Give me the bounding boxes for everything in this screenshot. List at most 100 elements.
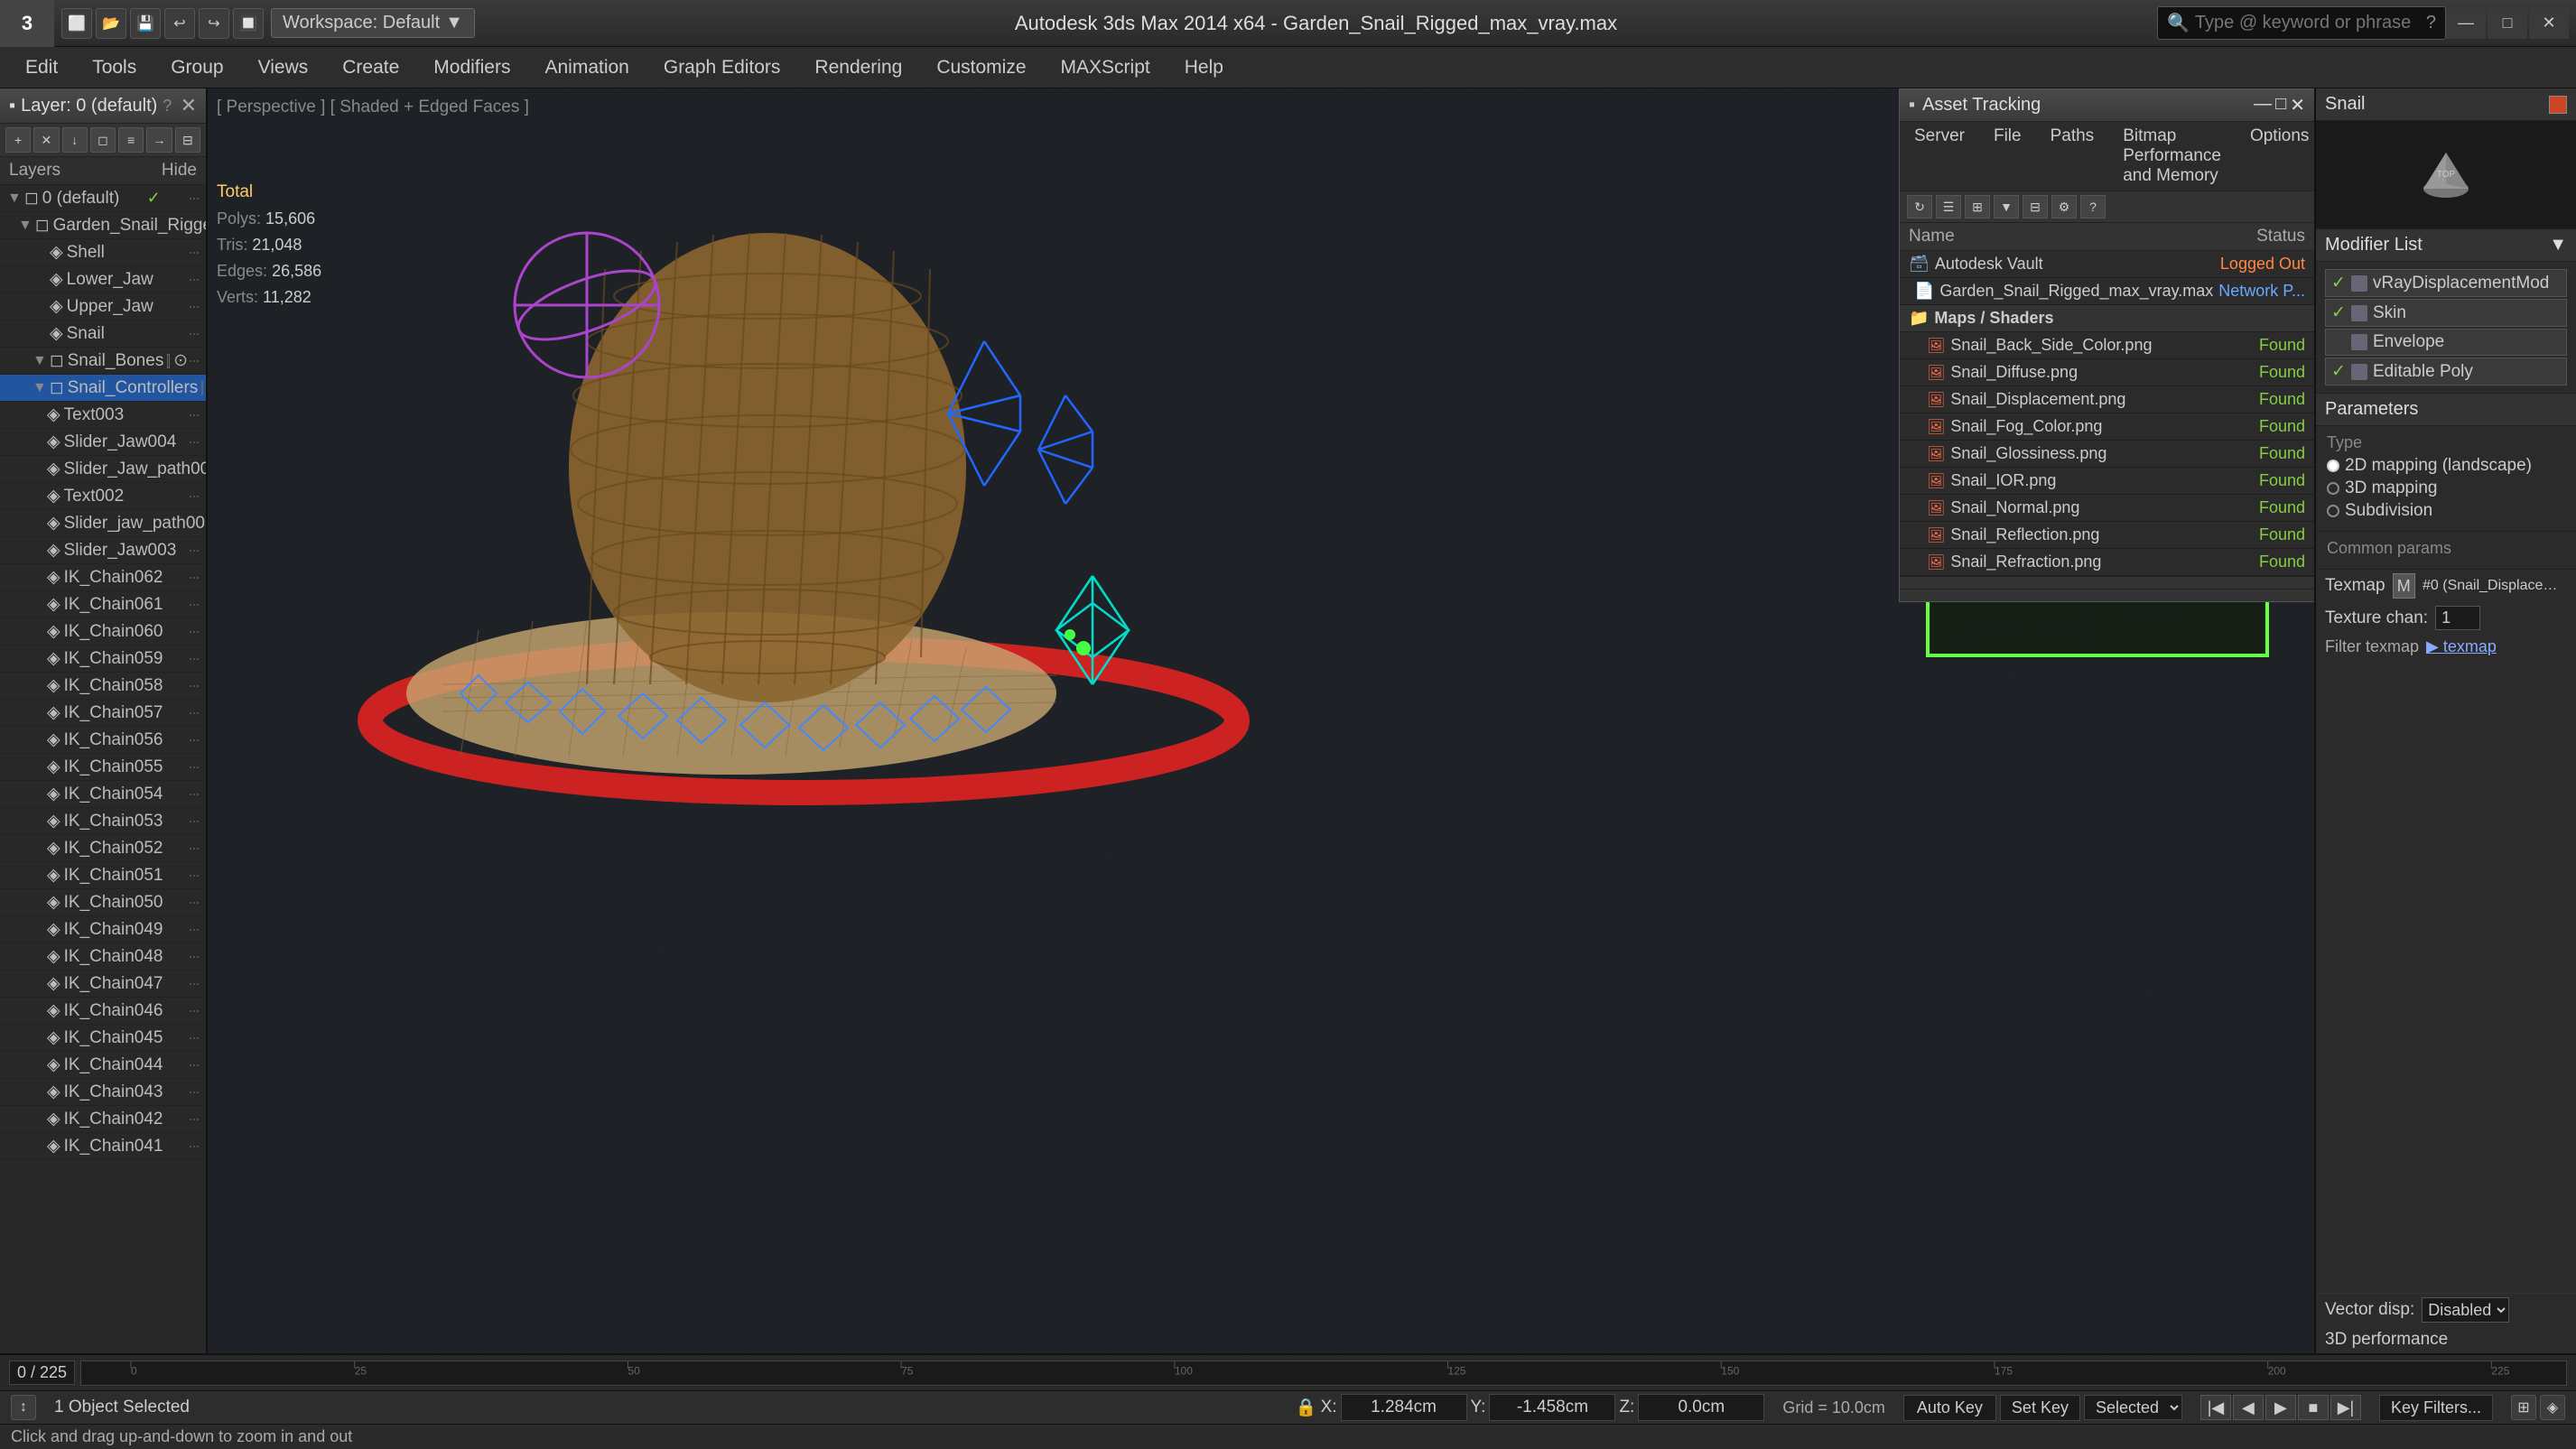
menu-maxscript[interactable]: MAXScript (1045, 51, 1167, 84)
new-layer-button[interactable]: + (5, 127, 31, 153)
layer-item-ik-chain059[interactable]: ◈ IK_Chain059 ··· (0, 646, 206, 673)
modifier-envelope[interactable]: Envelope (2325, 329, 2567, 356)
asset-item-glossiness[interactable]: 🖼 Snail_Glossiness.png Found (1900, 441, 2314, 468)
layer-item-slider-jaw004[interactable]: ◈ Slider_Jaw004 ··· (0, 429, 206, 456)
menu-animation[interactable]: Animation (528, 51, 645, 84)
layer-item-upper-jaw[interactable]: ◈ Upper_Jaw ··· (0, 293, 206, 320)
layer-item-ik-chain051[interactable]: ◈ IK_Chain051 ··· (0, 862, 206, 889)
layer-item-ik-chain044[interactable]: ◈ IK_Chain044 ··· (0, 1052, 206, 1079)
menu-create[interactable]: Create (326, 51, 415, 84)
layer-item-ik-chain050[interactable]: ◈ IK_Chain050 ··· (0, 889, 206, 916)
collapse-all-button[interactable]: ⊟ (175, 127, 200, 153)
layer-item-ik-chain056[interactable]: ◈ IK_Chain056 ··· (0, 727, 206, 754)
open-button[interactable]: 📂 (96, 8, 126, 39)
asset-item-fog-color[interactable]: 🖼 Snail_Fog_Color.png Found (1900, 413, 2314, 441)
asset-maximize-button[interactable]: □ (2275, 94, 2286, 116)
layer-item-ik-chain053[interactable]: ◈ IK_Chain053 ··· (0, 808, 206, 835)
asset-menu-bitmap-perf[interactable]: Bitmap Performance and Memory (2108, 122, 2236, 190)
menu-modifiers[interactable]: Modifiers (417, 51, 526, 84)
menu-group[interactable]: Group (154, 51, 239, 84)
asset-settings-btn[interactable]: ⚙ (2051, 195, 2077, 218)
set-key-button[interactable]: Set Key (2000, 1395, 2080, 1421)
layers-close-button[interactable]: ✕ (181, 94, 197, 117)
asset-item-refraction[interactable]: 🖼 Snail_Refraction.png Found (1900, 549, 2314, 576)
extra-btn-1[interactable]: ⊞ (2511, 1395, 2536, 1420)
new-button[interactable]: ⬜ (61, 8, 92, 39)
asset-scrollbar[interactable] (1900, 576, 2314, 589)
layer-item-ik-chain048[interactable]: ◈ IK_Chain048 ··· (0, 943, 206, 971)
undo-button[interactable]: ↩ (164, 8, 195, 39)
menu-tools[interactable]: Tools (76, 51, 153, 84)
menu-rendering[interactable]: Rendering (798, 51, 918, 84)
maximize-button[interactable]: □ (2488, 8, 2527, 39)
add-selection-button[interactable]: ↓ (62, 127, 88, 153)
asset-menu-options[interactable]: Options (2236, 122, 2323, 190)
modifier-vray-displacement[interactable]: ✓ vRayDisplacementMod (2325, 269, 2567, 297)
layer-item-slider-jaw-path003[interactable]: ◈ Slider_jaw_path003 ··· (0, 510, 206, 537)
layer-item-text002[interactable]: ◈ Text002 ··· (0, 483, 206, 510)
asset-scrollbar-h[interactable] (1900, 589, 2314, 601)
layer-item-ik-chain057[interactable]: ◈ IK_Chain057 ··· (0, 700, 206, 727)
layer-item-garden-snail[interactable]: ▼ ◻ Garden_Snail_Rigged ··· (0, 212, 206, 239)
next-frame-button[interactable]: ▶| (2330, 1395, 2361, 1420)
workspace-selector[interactable]: Workspace: Default ▼ (271, 8, 475, 38)
texmap-button[interactable]: M (2393, 573, 2415, 599)
layer-item-text003[interactable]: ◈ Text003 ··· (0, 402, 206, 429)
stop-button[interactable]: ■ (2298, 1395, 2329, 1420)
layer-item-ik-chain058[interactable]: ◈ IK_Chain058 ··· (0, 673, 206, 700)
asset-menu-file[interactable]: File (1979, 122, 2036, 190)
asset-help-btn[interactable]: ? (2080, 195, 2106, 218)
selected-dropdown[interactable]: Selected All (2084, 1395, 2182, 1420)
layer-item-ik-chain052[interactable]: ◈ IK_Chain052 ··· (0, 835, 206, 862)
auto-key-button[interactable]: Auto Key (1903, 1395, 1996, 1421)
asset-item-ior[interactable]: 🖼 Snail_IOR.png Found (1900, 468, 2314, 495)
type-2d-mapping[interactable]: 2D mapping (landscape) (2327, 456, 2565, 476)
layer-item-ik-chain049[interactable]: ◈ IK_Chain049 ··· (0, 916, 206, 943)
layer-item-ik-chain060[interactable]: ◈ IK_Chain060 ··· (0, 618, 206, 646)
key-filters-button[interactable]: Key Filters... (2379, 1395, 2493, 1421)
play-back-button[interactable]: ◀ (2233, 1395, 2264, 1420)
asset-close-button[interactable]: ✕ (2290, 94, 2305, 116)
asset-item-reflection[interactable]: 🖼 Snail_Reflection.png Found (1900, 522, 2314, 549)
layer-item-ik-chain062[interactable]: ◈ IK_Chain062 ··· (0, 564, 206, 591)
prev-frame-button[interactable]: |◀ (2200, 1395, 2231, 1420)
asset-list-view-btn[interactable]: ☰ (1936, 195, 1961, 218)
asset-item-normal[interactable]: 🖼 Snail_Normal.png Found (1900, 495, 2314, 522)
filter-texmap-link[interactable]: ▶ texmap (2426, 637, 2497, 656)
redo-button[interactable]: ↪ (199, 8, 229, 39)
asset-item-back-side-color[interactable]: 🖼 Snail_Back_Side_Color.png Found (1900, 332, 2314, 359)
modifier-editable-poly[interactable]: ✓ Editable Poly (2325, 358, 2567, 385)
layer-item-default[interactable]: ▼ ◻ 0 (default) ✓ ··· (0, 185, 206, 212)
menu-help[interactable]: Help (1168, 51, 1240, 84)
menu-customize[interactable]: Customize (920, 51, 1042, 84)
layer-item-ik-chain041[interactable]: ◈ IK_Chain041 ··· (0, 1133, 206, 1160)
select-in-scene-button[interactable]: ◻ (90, 127, 116, 153)
asset-item-diffuse[interactable]: 🖼 Snail_Diffuse.png Found (1900, 359, 2314, 386)
asset-item-max-file[interactable]: 📄 Garden_Snail_Rigged_max_vray.max Netwo… (1900, 278, 2314, 305)
type-3d-mapping[interactable]: 3D mapping (2327, 478, 2565, 498)
layer-item-ik-chain045[interactable]: ◈ IK_Chain045 ··· (0, 1025, 206, 1052)
menu-views[interactable]: Views (242, 51, 325, 84)
layer-item-snail-controllers[interactable]: ▼ ◻ Snail_Controllers ··· (0, 375, 206, 402)
layer-item-lower-jaw[interactable]: ◈ Lower_Jaw ··· (0, 266, 206, 293)
layer-item-ik-chain042[interactable]: ◈ IK_Chain042 ··· (0, 1106, 206, 1133)
layer-item-slider-jaw003[interactable]: ◈ Slider_Jaw003 ··· (0, 537, 206, 564)
asset-minimize-button[interactable]: — (2254, 94, 2272, 116)
timeline-track[interactable]: 0 25 50 75 100 125 150 175 200 225 (80, 1361, 2567, 1386)
delete-layer-button[interactable]: ✕ (33, 127, 59, 153)
minimize-button[interactable]: — (2446, 8, 2486, 39)
search-input[interactable] (2195, 13, 2421, 33)
layers-list[interactable]: ▼ ◻ 0 (default) ✓ ··· ▼ ◻ Garden_Snail_R… (0, 185, 206, 1353)
render-button[interactable]: 🔲 (233, 8, 264, 39)
layer-item-slider-jaw-path004[interactable]: ◈ Slider_Jaw_path004 ··· (0, 456, 206, 483)
select-mode-btn[interactable]: ↕ (11, 1395, 36, 1420)
modifier-skin[interactable]: ✓ Skin (2325, 299, 2567, 327)
layer-item-shell[interactable]: ◈ Shell ··· (0, 239, 206, 266)
layer-item-ik-chain043[interactable]: ◈ IK_Chain043 ··· (0, 1079, 206, 1106)
save-button[interactable]: 💾 (130, 8, 161, 39)
close-button[interactable]: ✕ (2529, 8, 2569, 39)
layer-item-ik-chain061[interactable]: ◈ IK_Chain061 ··· (0, 591, 206, 618)
asset-filter-btn[interactable]: ▼ (1994, 195, 2019, 218)
layer-item-snail[interactable]: ◈ Snail ··· (0, 320, 206, 348)
menu-graph-editors[interactable]: Graph Editors (647, 51, 797, 84)
